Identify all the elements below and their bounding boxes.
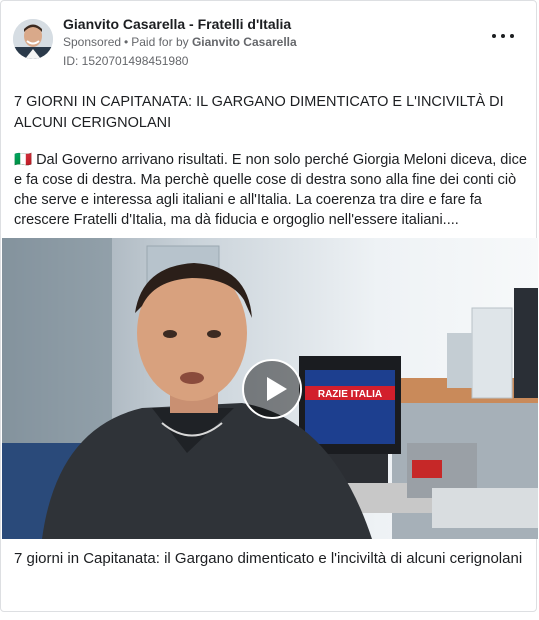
sponsored-meta: Sponsored • Paid for by Gianvito Casarella: [63, 35, 297, 49]
separator: •: [124, 35, 129, 49]
page-name-link[interactable]: Gianvito Casarella - Fratelli d'Italia: [63, 16, 291, 32]
more-horizontal-icon-dot: [510, 34, 514, 38]
avatar[interactable]: [13, 19, 53, 59]
more-horizontal-icon-dot: [501, 34, 505, 38]
payer-name: Gianvito Casarella: [191, 35, 297, 49]
paid-for-prefix: Paid for by: [131, 35, 189, 49]
more-horizontal-icon: [492, 34, 496, 38]
play-button[interactable]: [242, 359, 302, 419]
post-header: Gianvito Casarella - Fratelli d'Italia S…: [13, 13, 524, 73]
ad-card: Gianvito Casarella - Fratelli d'Italia S…: [0, 0, 538, 612]
post-body: 🇮🇹 Dal Governo arrivano risultati. E non…: [14, 152, 527, 228]
more-options-button[interactable]: [492, 31, 514, 41]
tv-screen-text: RAZIE ITALIA: [318, 389, 382, 400]
video-caption-link[interactable]: 7 giorni in Capitanata: il Gargano dimen…: [14, 548, 529, 569]
video-thumbnail[interactable]: RAZIE ITALIA: [2, 238, 538, 539]
sponsored-label: Sponsored: [63, 35, 122, 49]
ad-id: ID: 1520701498451980: [63, 54, 189, 68]
post-title: 7 GIORNI IN CAPITANATA: IL GARGANO DIMEN…: [14, 94, 504, 131]
